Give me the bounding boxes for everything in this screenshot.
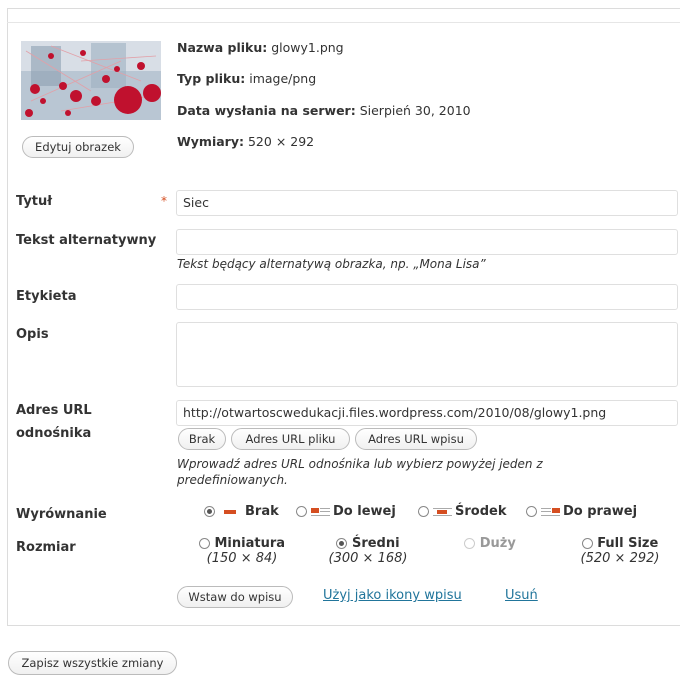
image-thumbnail — [21, 41, 161, 120]
radio-unselected[interactable] — [526, 506, 537, 517]
file-type: image/png — [249, 71, 317, 86]
size-thumbnail-label: Miniatura — [214, 536, 286, 551]
dimensions-label: Wymiary: — [177, 134, 244, 149]
align-center-option[interactable]: Środek — [418, 504, 506, 519]
file-type-label: Typ pliku: — [177, 71, 246, 86]
delete-link[interactable]: Usuń — [505, 588, 538, 603]
link-url-hint-line1: Wprowadź adres URL odnośnika lub wybierz… — [177, 457, 543, 471]
alt-text-label: Tekst alternatywny — [16, 233, 157, 248]
dimensions: 520 × 292 — [247, 134, 315, 149]
size-medium-dims: (300 × 168) — [328, 551, 408, 566]
title-label: Tytuł — [16, 194, 53, 209]
caption-label: Etykieta — [16, 289, 77, 304]
insert-into-post-button[interactable]: Wstaw do wpisu — [177, 586, 293, 608]
file-name-label: Nazwa pliku: — [177, 40, 268, 55]
alt-text-hint: Tekst będący alternatywą obrazka, np. „M… — [177, 257, 486, 271]
file-name-row: Nazwa pliku: glowy1.png — [177, 40, 344, 55]
dimensions-row: Wymiary: 520 × 292 — [177, 134, 314, 149]
link-url-input[interactable]: http://otwartoscwedukacji.files.wordpres… — [176, 400, 678, 426]
edit-image-button[interactable]: Edytuj obrazek — [22, 136, 134, 158]
align-right-option[interactable]: Do prawej — [526, 504, 637, 519]
size-thumbnail-option[interactable]: Miniatura (150 × 84) — [196, 536, 288, 566]
divider — [7, 22, 680, 23]
align-none-option[interactable]: Brak — [204, 504, 279, 519]
size-medium-option[interactable]: Średni (300 × 168) — [322, 536, 414, 566]
size-thumbnail-dims: (150 × 84) — [206, 551, 278, 566]
align-right-icon — [539, 507, 561, 517]
link-url-label-line1: Adres URL — [16, 403, 92, 418]
caption-input[interactable] — [176, 284, 678, 310]
required-marker: * — [161, 194, 167, 208]
size-large-option[interactable]: Duży — [460, 536, 520, 551]
align-none-icon — [219, 507, 241, 517]
alignment-label: Wyrównanie — [16, 507, 107, 522]
upload-date-row: Data wysłania na serwer: Sierpień 30, 20… — [177, 103, 471, 118]
upload-date-label: Data wysłania na serwer: — [177, 103, 356, 118]
align-left-option[interactable]: Do lewej — [296, 504, 396, 519]
save-all-changes-button[interactable]: Zapisz wszystkie zmiany — [8, 651, 177, 675]
align-left-icon — [309, 507, 331, 517]
align-center-label: Środek — [455, 504, 507, 519]
size-label: Rozmiar — [16, 540, 76, 555]
size-full-dims: (520 × 292) — [580, 551, 660, 566]
radio-unselected[interactable] — [296, 506, 307, 517]
align-none-label: Brak — [245, 504, 279, 519]
radio-disabled[interactable] — [464, 538, 476, 549]
radio-unselected[interactable] — [198, 538, 210, 549]
description-label: Opis — [16, 327, 49, 342]
use-as-featured-link[interactable]: Użyj jako ikony wpisu — [323, 588, 462, 603]
size-medium-label: Średni — [351, 536, 400, 551]
radio-selected[interactable] — [336, 538, 348, 549]
link-none-button[interactable]: Brak — [178, 428, 226, 450]
radio-selected[interactable] — [204, 506, 215, 517]
link-file-url-button[interactable]: Adres URL pliku — [231, 428, 350, 450]
radio-unselected[interactable] — [418, 506, 429, 517]
file-name: glowy1.png — [271, 40, 344, 55]
title-input[interactable]: Siec — [176, 190, 678, 216]
radio-unselected[interactable] — [581, 538, 593, 549]
description-textarea[interactable] — [176, 322, 678, 387]
size-full-label: Full Size — [597, 536, 659, 551]
alt-text-input[interactable] — [176, 229, 678, 255]
align-left-label: Do lewej — [333, 504, 396, 519]
link-post-url-button[interactable]: Adres URL wpisu — [355, 428, 477, 450]
align-center-icon — [431, 507, 453, 517]
size-full-option[interactable]: Full Size (520 × 292) — [574, 536, 666, 566]
align-right-label: Do prawej — [563, 504, 638, 519]
upload-date: Sierpień 30, 2010 — [359, 103, 471, 118]
link-url-label-line2: odnośnika — [16, 426, 92, 441]
link-url-hint-line2: predefiniowanych. — [177, 473, 288, 487]
size-large-label: Duży — [479, 536, 516, 551]
file-type-row: Typ pliku: image/png — [177, 71, 316, 86]
